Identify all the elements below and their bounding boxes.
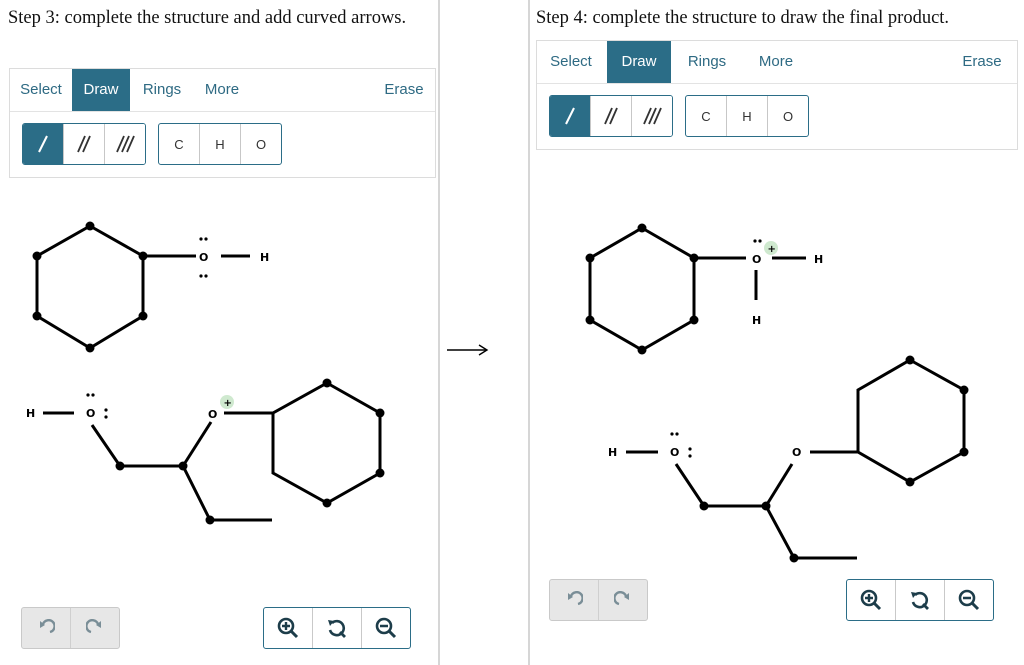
atom-c-button[interactable]: C xyxy=(159,124,200,164)
oxygen-atom-right: O xyxy=(792,446,801,459)
zoom-controls xyxy=(846,579,994,621)
zoom-controls xyxy=(263,607,411,649)
step3-panel: Step 3: complete the structure and add c… xyxy=(0,0,440,665)
positive-charge: + xyxy=(768,244,776,255)
undo-icon[interactable] xyxy=(550,580,599,620)
bond-tools xyxy=(22,123,146,165)
hydrogen-atom-left: H xyxy=(608,446,617,459)
hydrogen-atom-top: H xyxy=(260,251,269,264)
tab-select[interactable]: Select xyxy=(537,41,605,83)
chain-atoms xyxy=(699,501,799,563)
atom-h-button[interactable]: H xyxy=(200,124,241,164)
step4-tabs: Select Draw Rings More Erase xyxy=(537,41,1017,84)
alkyl-chain xyxy=(90,421,272,522)
hydrogen-atom-left: H xyxy=(26,407,35,420)
atom-o-button[interactable]: O xyxy=(241,124,281,164)
tab-rings[interactable]: Rings xyxy=(134,69,190,111)
redo-icon[interactable] xyxy=(599,580,647,620)
lone-pairs-o-top xyxy=(753,239,762,243)
double-bond-icon[interactable] xyxy=(64,124,105,164)
zoom-in-icon[interactable] xyxy=(264,608,313,648)
oxygen-atom-top: O xyxy=(752,253,761,266)
redo-icon[interactable] xyxy=(71,608,119,648)
chain-atoms xyxy=(115,461,215,525)
erase-button[interactable]: Erase xyxy=(953,41,1011,83)
zoom-out-icon[interactable] xyxy=(362,608,410,648)
hydrogen-atom-below: H xyxy=(752,314,761,327)
tab-draw[interactable]: Draw xyxy=(607,41,671,83)
oxygen-atom-left: O xyxy=(670,446,679,459)
tab-more[interactable]: More xyxy=(749,41,803,83)
atom-h-button[interactable]: H xyxy=(727,96,768,136)
reaction-arrow-icon xyxy=(447,344,489,356)
tab-more[interactable]: More xyxy=(196,69,248,111)
triple-bond-icon[interactable] xyxy=(105,124,145,164)
erase-button[interactable]: Erase xyxy=(376,69,432,111)
ring-atoms-top xyxy=(585,223,699,355)
undo-icon[interactable] xyxy=(22,608,71,648)
step4-drawing-canvas[interactable]: O + H H H O O xyxy=(530,190,1024,580)
reset-zoom-icon[interactable] xyxy=(313,608,362,648)
zoom-out-icon[interactable] xyxy=(945,580,993,620)
oxygen-atom-right: O xyxy=(208,408,217,421)
hydrogen-atom-top-right: H xyxy=(814,253,823,266)
cyclohexane-ring-top xyxy=(35,224,145,350)
cyclohexane-ring-bottom xyxy=(271,381,382,505)
step4-toolbar: Select Draw Rings More Erase C H O xyxy=(536,40,1018,150)
tab-draw[interactable]: Draw xyxy=(72,69,130,111)
step3-toolbar: Select Draw Rings More Erase C H O xyxy=(9,68,436,178)
alkyl-chain xyxy=(674,463,857,560)
tab-select[interactable]: Select xyxy=(10,69,72,111)
triple-bond-icon[interactable] xyxy=(632,96,672,136)
double-bond-icon[interactable] xyxy=(591,96,632,136)
reset-zoom-icon[interactable] xyxy=(896,580,945,620)
single-bond-icon[interactable] xyxy=(23,124,64,164)
cyclohexane-ring-top xyxy=(588,226,696,352)
single-bond-icon[interactable] xyxy=(550,96,591,136)
atom-tools: C H O xyxy=(685,95,809,137)
step3-tabs: Select Draw Rings More Erase xyxy=(10,69,435,112)
atom-tools: C H O xyxy=(158,123,282,165)
undo-redo-group xyxy=(21,607,120,649)
positive-charge: + xyxy=(224,398,232,409)
atom-o-button[interactable]: O xyxy=(768,96,808,136)
ring-atoms-top xyxy=(32,221,148,353)
tab-rings[interactable]: Rings xyxy=(679,41,735,83)
oxygen-atom-left: O xyxy=(86,407,95,420)
step4-panel: Step 4: complete the structure to draw t… xyxy=(528,0,1024,665)
atom-c-button[interactable]: C xyxy=(686,96,727,136)
bond-tools xyxy=(549,95,673,137)
zoom-in-icon[interactable] xyxy=(847,580,896,620)
undo-redo-group xyxy=(549,579,648,621)
step3-drawing-canvas[interactable]: O H H O O + xyxy=(0,190,438,590)
step3-title: Step 3: complete the structure and add c… xyxy=(8,8,407,28)
oxygen-atom-top: O xyxy=(199,251,208,264)
cyclohexane-ring-bottom xyxy=(856,358,966,484)
step4-title: Step 4: complete the structure to draw t… xyxy=(536,8,950,28)
